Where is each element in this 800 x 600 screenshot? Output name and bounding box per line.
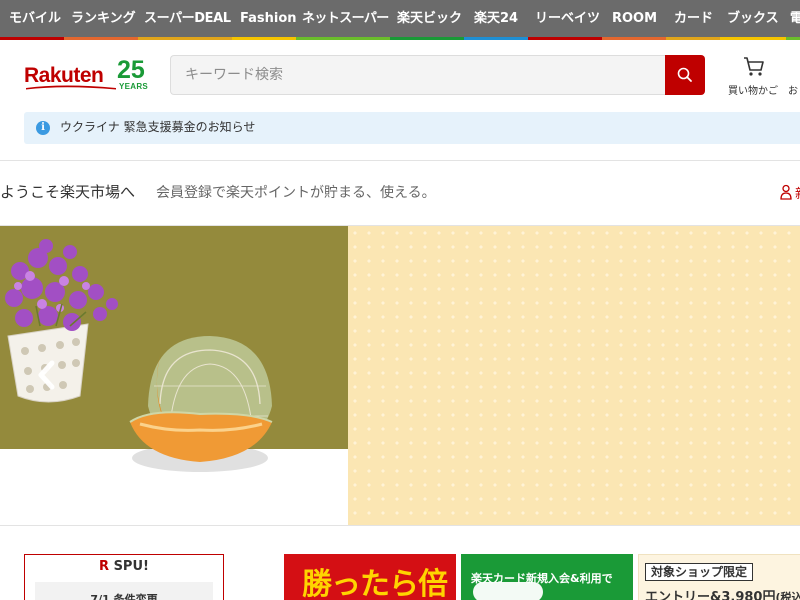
nav-label: リーベイツ [535, 11, 601, 26]
nav-label: ブックス [727, 11, 779, 26]
search-input[interactable] [170, 55, 666, 95]
nav-label: 楽天24 [474, 11, 519, 26]
spu-subtitle: 7/1 条件変更 [90, 593, 158, 600]
nav-label: カード [674, 11, 714, 26]
welcome-title: ようこそ楽天市場へ [0, 183, 136, 201]
nav-item-net-super[interactable]: ネットスーパー [296, 0, 390, 40]
nav-stripe [0, 37, 64, 40]
campaign-banner-text: エントリー&3,980円(税込) [645, 586, 800, 600]
nav-label: スーパーDEAL [144, 11, 231, 26]
nav-stripe [666, 37, 720, 40]
campaign-banner-main: エントリー&3,980円 [645, 590, 776, 600]
nav-item-ranking[interactable]: ランキング [64, 0, 138, 40]
nav-stripe [138, 37, 232, 40]
nav-stripe [786, 37, 800, 40]
nav-stripe [296, 37, 390, 40]
logo-text: Rakuten [24, 64, 103, 87]
campaign-banner-tag: 対象ショップ限定 [645, 563, 754, 581]
nav-item-super-deal[interactable]: スーパーDEAL [138, 0, 232, 40]
nav-stripe [720, 37, 786, 40]
search-icon [677, 67, 692, 82]
nav-label: ROOM [612, 11, 658, 26]
nav-stripe [390, 37, 464, 40]
member-register-link[interactable]: 新 [795, 183, 800, 202]
spu-card[interactable]: R SPU! 7/1 条件変更 [24, 554, 224, 600]
cart-icon [744, 57, 764, 76]
nav-stripe [528, 37, 602, 40]
nav-item-books[interactable]: ブックス [720, 0, 786, 40]
nav-label: モバイル [9, 11, 62, 26]
spu-logo-r: R [99, 559, 110, 574]
nav-label: ランキング [71, 11, 136, 26]
nav-item-overflow[interactable]: 電 [786, 0, 800, 40]
divider [0, 525, 800, 526]
nav-stripe [464, 37, 528, 40]
logo-years: YEARS [119, 82, 148, 91]
campaign-banner-shop[interactable]: 対象ショップ限定 エントリー&3,980円(税込) [638, 554, 800, 600]
notice-text: ウクライナ 緊急支援募金のお知らせ [60, 120, 256, 134]
divider [0, 160, 800, 161]
nav-item-fashion[interactable]: Fashion [232, 0, 297, 40]
nav-label: Fashion [240, 11, 297, 26]
nav-item-rakuten-bic[interactable]: 楽天ビック [390, 0, 464, 40]
nav-stripe [602, 37, 666, 40]
header-cutoff-label[interactable]: お [788, 82, 798, 97]
campaign-banner-number-shape [473, 582, 543, 600]
notice-bar[interactable]: i ウクライナ 緊急支援募金のお知らせ [24, 112, 800, 144]
welcome-subtitle: 会員登録で楽天ポイントが貯まる、使える。 [156, 185, 436, 201]
hero-banner-right[interactable] [348, 226, 800, 525]
melon-image [129, 336, 273, 472]
spu-title-text: SPU! [109, 559, 149, 574]
cart-button[interactable]: 買い物かご [722, 52, 784, 98]
nav-item-mobile[interactable]: モバイル [0, 0, 64, 40]
campaign-banner-text: 勝ったら倍 [302, 567, 448, 600]
info-icon: i [36, 121, 50, 135]
spu-title: R SPU! [25, 559, 223, 574]
nav-label: 楽天ビック [397, 11, 463, 26]
campaign-banner-double[interactable]: 勝ったら倍 [284, 554, 456, 600]
chevron-left-icon[interactable] [30, 355, 66, 395]
nav-item-rebates[interactable]: リーベイツ [528, 0, 602, 40]
nav-label: 電 [790, 11, 800, 26]
logo-anniversary: 25 [117, 58, 145, 84]
nav-item-card[interactable]: カード [666, 0, 720, 40]
nav-stripe [64, 37, 138, 40]
campaign-banner-tax: (税込) [775, 591, 800, 600]
campaign-banner-card[interactable]: 楽天カード新規入会&利用で [461, 554, 633, 600]
nav-stripe [232, 37, 296, 40]
nav-item-rakuten24[interactable]: 楽天24 [464, 0, 528, 40]
nav-label: ネットスーパー [302, 11, 389, 26]
service-nav: モバイル ランキング スーパーDEAL Fashion ネットスーパー 楽天ビッ… [0, 0, 800, 40]
person-icon [780, 184, 792, 200]
search-button[interactable] [665, 55, 705, 95]
cart-label: 買い物かご [728, 86, 778, 97]
rakuten-logo[interactable]: Rakuten 25 YEARS [24, 58, 154, 94]
nav-item-room[interactable]: ROOM [602, 0, 666, 40]
